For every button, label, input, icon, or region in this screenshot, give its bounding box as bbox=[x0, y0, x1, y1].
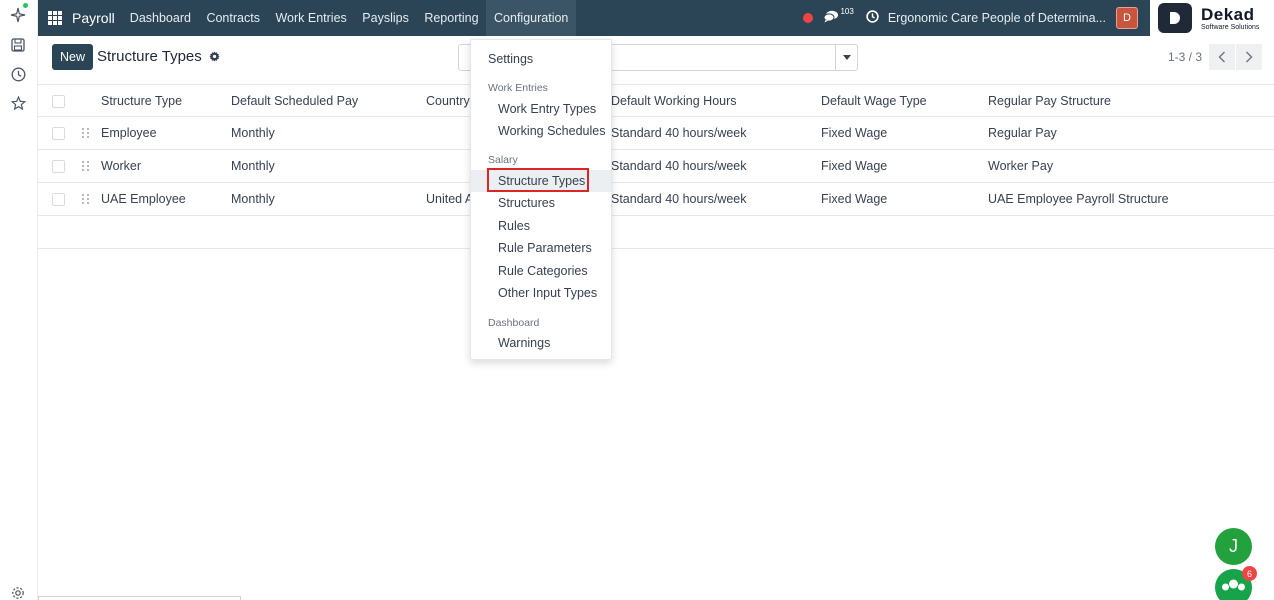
menu-item-other-input-types[interactable]: Other Input Types bbox=[471, 282, 611, 304]
chevron-right-icon bbox=[1246, 51, 1253, 63]
chat-icon bbox=[823, 10, 839, 26]
pager-previous-button[interactable] bbox=[1209, 44, 1235, 70]
section-header-work-entries: Work Entries bbox=[488, 82, 548, 94]
cell-regular-pay-structure: UAE Employee Payroll Structure bbox=[988, 192, 1169, 206]
cell-working-hours: Standard 40 hours/week bbox=[611, 126, 747, 140]
menu-item-work-entry-types[interactable]: Work Entry Types bbox=[471, 98, 611, 120]
select-all-checkbox[interactable] bbox=[52, 95, 65, 108]
pager-next-button[interactable] bbox=[1236, 44, 1262, 70]
chat-user-bubble[interactable]: J bbox=[1215, 528, 1252, 565]
page-title-text: Structure Types bbox=[97, 48, 202, 65]
menu-reporting[interactable]: Reporting bbox=[424, 0, 478, 36]
section-header-dashboard: Dashboard bbox=[488, 317, 540, 329]
configuration-dropdown: Settings Work Entries Work Entry Types W… bbox=[470, 39, 612, 360]
messages-button[interactable]: 103 bbox=[823, 7, 854, 26]
drag-handle-icon[interactable] bbox=[82, 194, 90, 205]
cell-wage-type: Fixed Wage bbox=[821, 126, 888, 140]
cell-wage-type: Fixed Wage bbox=[821, 159, 888, 173]
chevron-left-icon bbox=[1218, 51, 1225, 63]
cell-scheduled-pay: Monthly bbox=[231, 192, 275, 206]
table-row[interactable]: Employee Monthly Standard 40 hours/week … bbox=[38, 117, 1274, 150]
company-name: Ergonomic Care People of Determina... bbox=[887, 11, 1106, 25]
app-brand[interactable]: Payroll bbox=[72, 10, 115, 26]
table-row[interactable]: UAE Employee Monthly United A Standard 4… bbox=[38, 183, 1274, 216]
column-regular-pay-structure[interactable]: Regular Pay Structure bbox=[988, 85, 1111, 116]
menu-work-entries[interactable]: Work Entries bbox=[275, 0, 346, 36]
table-header: Structure Type Default Scheduled Pay Cou… bbox=[38, 85, 1274, 117]
column-default-working-hours[interactable]: Default Working Hours bbox=[611, 85, 737, 116]
cell-regular-pay-structure: Regular Pay bbox=[988, 126, 1057, 140]
new-button[interactable]: New bbox=[52, 44, 93, 70]
activity-clock-icon[interactable] bbox=[866, 10, 879, 26]
cell-regular-pay-structure: Worker Pay bbox=[988, 159, 1054, 173]
row-checkbox[interactable] bbox=[52, 160, 65, 173]
cell-country: United A bbox=[426, 192, 474, 206]
menu-item-warnings[interactable]: Warnings bbox=[471, 332, 611, 354]
pager: 1-3 / 3 bbox=[1168, 44, 1262, 70]
user-avatar[interactable]: D bbox=[1116, 7, 1138, 29]
menu-item-rule-categories[interactable]: Rule Categories bbox=[471, 260, 611, 282]
column-default-scheduled-pay[interactable]: Default Scheduled Pay bbox=[231, 85, 358, 116]
cell-wage-type: Fixed Wage bbox=[821, 192, 888, 206]
drag-handle-icon[interactable] bbox=[82, 128, 90, 139]
caret-down-icon bbox=[842, 55, 851, 60]
actions-gear-icon[interactable] bbox=[209, 51, 220, 62]
company-switcher[interactable]: Ergonomic Care People of Determina... bbox=[866, 10, 1106, 26]
cell-scheduled-pay: Monthly bbox=[231, 159, 275, 173]
column-country[interactable]: Country bbox=[426, 85, 470, 116]
column-default-wage-type[interactable]: Default Wage Type bbox=[821, 85, 927, 116]
search-options-toggle[interactable] bbox=[835, 45, 857, 70]
table-row[interactable]: Worker Monthly Standard 40 hours/week Fi… bbox=[38, 150, 1274, 183]
recording-status-dot[interactable] bbox=[803, 13, 814, 23]
structure-types-table: Structure Type Default Scheduled Pay Cou… bbox=[38, 85, 1274, 249]
logo-name: Dekad bbox=[1201, 4, 1255, 24]
table-footer bbox=[38, 216, 1274, 249]
menu-item-rule-parameters[interactable]: Rule Parameters bbox=[471, 237, 611, 259]
cell-structure-type: Employee bbox=[101, 126, 157, 140]
cell-working-hours: Standard 40 hours/week bbox=[611, 192, 747, 206]
pager-value[interactable]: 1-3 / 3 bbox=[1168, 50, 1202, 64]
cell-structure-type: Worker bbox=[101, 159, 142, 173]
row-checkbox[interactable] bbox=[52, 193, 65, 206]
menu-payslips[interactable]: Payslips bbox=[362, 0, 409, 36]
row-checkbox[interactable] bbox=[52, 127, 65, 140]
top-navbar: Payroll Dashboard Contracts Work Entries… bbox=[38, 0, 1150, 36]
menu-contracts[interactable]: Contracts bbox=[206, 0, 260, 36]
logo-tagline: Software Solutions bbox=[1201, 23, 1260, 31]
online-status-dot bbox=[23, 3, 28, 8]
company-logo: Dekad Software Solutions bbox=[1150, 0, 1274, 36]
settings-gear-icon[interactable] bbox=[9, 584, 27, 600]
cell-structure-type: UAE Employee bbox=[101, 192, 186, 206]
favorite-star-icon[interactable] bbox=[9, 94, 27, 112]
left-rail bbox=[0, 0, 38, 600]
notification-badge: 6 bbox=[1242, 566, 1257, 581]
menu-item-rules[interactable]: Rules bbox=[471, 215, 611, 237]
section-header-salary: Salary bbox=[488, 154, 518, 166]
page-title: Structure Types bbox=[97, 48, 220, 65]
history-clock-icon[interactable] bbox=[9, 65, 27, 83]
save-icon[interactable] bbox=[9, 36, 27, 54]
column-structure-type[interactable]: Structure Type bbox=[101, 85, 182, 116]
menu-item-structures[interactable]: Structures bbox=[471, 192, 611, 214]
ai-sparkle-icon[interactable] bbox=[9, 6, 27, 24]
message-count: 103 bbox=[840, 7, 854, 16]
menu-dashboard[interactable]: Dashboard bbox=[130, 0, 191, 36]
apps-menu-icon[interactable] bbox=[38, 0, 72, 36]
drag-handle-icon[interactable] bbox=[82, 161, 90, 172]
menu-configuration[interactable]: Configuration bbox=[486, 0, 577, 36]
control-panel: New Structure Types 1-3 / 3 bbox=[38, 36, 1274, 85]
bottom-panel-tab[interactable] bbox=[38, 596, 241, 600]
logo-mark-icon bbox=[1158, 3, 1192, 33]
cell-working-hours: Standard 40 hours/week bbox=[611, 159, 747, 173]
highlight-box bbox=[487, 168, 589, 192]
cell-scheduled-pay: Monthly bbox=[231, 126, 275, 140]
menu-item-working-schedules[interactable]: Working Schedules bbox=[471, 120, 611, 142]
menu-item-settings[interactable]: Settings bbox=[471, 48, 611, 70]
